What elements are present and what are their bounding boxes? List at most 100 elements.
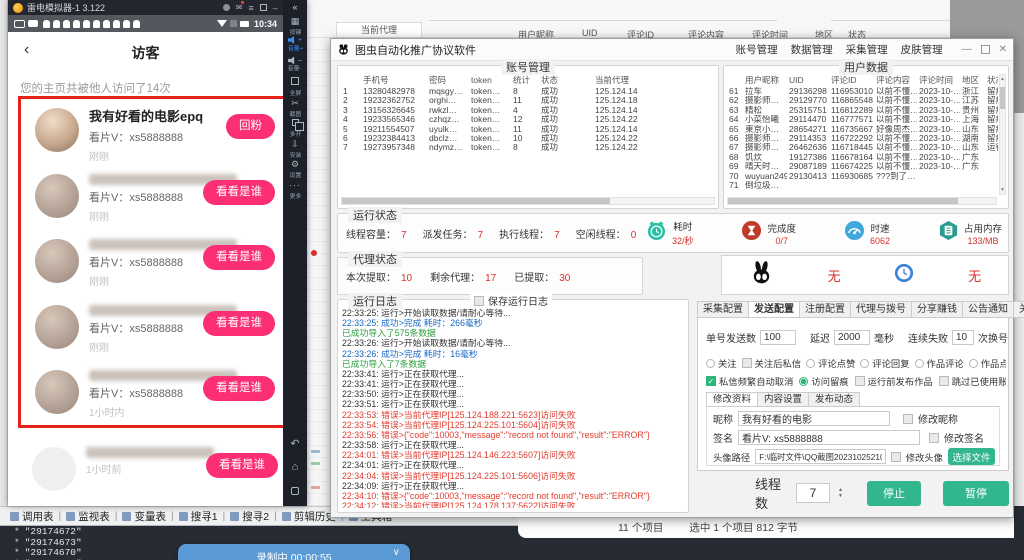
option-作品评论[interactable]: 作品评论	[915, 356, 964, 370]
radio-icon[interactable]	[806, 359, 815, 368]
table-row[interactable]: 68饥炊19127386116678164以前不懂…2023-10-…广东	[727, 153, 998, 162]
table-row[interactable]: 67摄影师…26462636116718445以前不懂…2023-10-…山东运…	[727, 143, 998, 152]
app-titlebar[interactable]: 图虫自动化推广协议软件 账号管理数据管理采集管理皮肤管理 — ✕	[331, 39, 1013, 61]
who-viewed-button[interactable]: 看看是谁	[203, 311, 275, 336]
table-row[interactable]: 719273957348ndymz…token…8成功125.124.22	[341, 143, 715, 152]
table-row[interactable]: 313156326645rwkzl…token…4成功125.124.14	[341, 106, 715, 115]
follow-back-button[interactable]: 回粉	[226, 114, 275, 139]
checkbox-checked-icon[interactable]: ✓	[706, 376, 716, 386]
checkbox-icon[interactable]	[939, 376, 949, 386]
sidebar-item-多开[interactable]: 多开	[283, 116, 307, 137]
sidebar-item-设置[interactable]: ⚙设置	[283, 157, 307, 178]
thread-stepper[interactable]: ▲▼	[838, 488, 843, 499]
checkbox-icon[interactable]	[742, 358, 752, 368]
table-row[interactable]: 69晴天时…29087189116674225以前不懂…2023-10-…广东	[727, 162, 998, 171]
tab-公告通知[interactable]: 公告通知	[963, 301, 1014, 318]
account-hscrollbar[interactable]	[341, 197, 715, 205]
choose-file-button[interactable]: 选择文件	[948, 448, 995, 465]
tab-分享赚钱[interactable]: 分享赚钱	[912, 301, 963, 318]
radio-icon[interactable]	[915, 359, 924, 368]
sidebar-item-截图[interactable]: ✂截图	[283, 95, 307, 116]
tab-关于软件[interactable]: 关于软件	[1014, 301, 1024, 318]
who-viewed-button[interactable]: 看看是谁	[203, 376, 275, 401]
option-运行前发布作品[interactable]: 运行前发布作品	[855, 374, 933, 388]
android-home-icon[interactable]: ⌂	[283, 461, 307, 473]
menu-item-0[interactable]: 账号管理	[736, 42, 778, 57]
sidebar-item-按键[interactable]: ▦按键	[283, 13, 307, 34]
menu-item-1[interactable]: 数据管理	[791, 42, 833, 57]
table-row[interactable]: 66摄影师…29114353116722292以前不懂…2023-10-…湖南留…	[727, 134, 998, 143]
nickname-input[interactable]	[738, 411, 890, 426]
change-signature-checkbox[interactable]	[929, 433, 939, 443]
table-row[interactable]: 519211554507uyulk…token…11成功125.124.14	[341, 125, 715, 134]
thread-count-input[interactable]	[796, 483, 830, 503]
sidebar-item-音量-[interactable]: –音量-	[283, 54, 307, 75]
boss-key-icon[interactable]	[223, 4, 230, 11]
option-访问留痕[interactable]: 访问留痕	[799, 374, 848, 388]
sidebar-item-更多[interactable]: ···更多	[283, 177, 307, 198]
menu-item-2[interactable]: 采集管理	[846, 42, 888, 57]
option-跳过已使用账号[interactable]: 跳过已使用账号	[939, 374, 1006, 388]
message-icon[interactable]: ✉	[236, 3, 243, 12]
send-count-input[interactable]	[760, 330, 796, 345]
visitor-row[interactable]: 看片V：xs58888881小时内看看是谁	[21, 361, 283, 427]
android-back-icon[interactable]: ↶	[283, 437, 307, 450]
pause-button[interactable]: 暂停	[943, 481, 1009, 506]
table-row[interactable]: 113280482978mqsgy…token…8成功125.124.14	[341, 87, 715, 96]
user-vscrollbar[interactable]: ▲▼	[999, 74, 1006, 195]
who-viewed-button[interactable]: 看看是谁	[206, 453, 278, 478]
close-icon[interactable]: ✕	[999, 44, 1007, 55]
sidebar-item-音量+[interactable]: +音量+	[283, 34, 307, 55]
emulator-titlebar[interactable]: 雷电模拟器-1 3.122 ✉ ≡ – ×	[8, 0, 307, 15]
tab-采集配置[interactable]: 采集配置	[697, 301, 749, 318]
restore-icon[interactable]	[260, 4, 267, 11]
debug-tab-监视表[interactable]: 监视表	[62, 509, 114, 524]
visitor-row[interactable]: 看片V：xs5888888刚刚看看是谁	[21, 165, 283, 231]
who-viewed-button[interactable]: 看看是谁	[203, 245, 275, 270]
table-row[interactable]: 70wuyuan249…29130413116930685???到了…	[727, 172, 998, 181]
recording-toast[interactable]: 录制中 00:00:55 ∨	[178, 544, 410, 560]
debug-tab-搜寻2[interactable]: 搜寻2	[226, 509, 273, 524]
visitor-row[interactable]: 看片V：xs5888888刚刚看看是谁	[21, 296, 283, 362]
avatar-path-input[interactable]	[755, 449, 885, 464]
option-关注[interactable]: 关注	[706, 356, 737, 370]
table-row[interactable]: 62摄影师…29129770116865548以前不懂…2023-10-…江苏留…	[727, 96, 998, 105]
minimize-icon[interactable]: –	[273, 3, 278, 13]
radio-icon[interactable]	[969, 359, 978, 368]
table-row[interactable]: 64小菜怡曦29114470116777571以前不懂…2023-10-…上海留…	[727, 115, 998, 124]
minimize-icon[interactable]: —	[962, 44, 972, 55]
sidebar-item-安装[interactable]: ⇩安装	[283, 136, 307, 157]
radio-icon[interactable]	[706, 359, 715, 368]
option-私信频繁自动取消[interactable]: ✓私信频繁自动取消	[706, 374, 793, 388]
table-row[interactable]: 63精松25315751116812289以前不懂…2023-10-…贵州留痕成…	[727, 106, 998, 115]
menu-icon[interactable]: ≡	[248, 3, 253, 13]
tab-发送配置[interactable]: 发送配置	[749, 301, 800, 318]
save-log-checkbox[interactable]	[474, 296, 484, 306]
table-row[interactable]: 219232362752orghi…token…11成功125.124.18	[341, 96, 715, 105]
fail-input[interactable]	[952, 330, 974, 345]
table-row[interactable]: 419233565346czhqz…token…12成功125.124.22	[341, 115, 715, 124]
android-recents-icon[interactable]	[283, 486, 307, 498]
tab-代理与拨号[interactable]: 代理与拨号	[851, 301, 912, 318]
toast-collapse-icon[interactable]: ∨	[393, 547, 400, 558]
stop-button[interactable]: 停止	[867, 481, 921, 506]
debug-tab-搜寻1[interactable]: 搜寻1	[175, 509, 222, 524]
table-row[interactable]: 71倒垃圾…	[727, 181, 998, 190]
visitor-row[interactable]: 1小时前看看是谁	[18, 438, 283, 504]
sidebar-item-全屏[interactable]: 全屏	[283, 75, 307, 96]
user-hscrollbar[interactable]	[727, 197, 997, 205]
option-作品点赞[interactable]: 作品点赞	[969, 356, 1006, 370]
debug-tab-调用表[interactable]: 调用表	[6, 509, 58, 524]
who-viewed-button[interactable]: 看看是谁	[203, 180, 275, 205]
option-评论点赞[interactable]: 评论点赞	[806, 356, 855, 370]
menu-item-3[interactable]: 皮肤管理	[901, 42, 943, 57]
log-output[interactable]: 22:33:25: 运行>开始读取数据/请耐心等待...22:33:25: 成功…	[342, 308, 685, 508]
signature-input[interactable]	[738, 430, 920, 445]
table-row[interactable]: 65東京小…28654271116735667好像周杰…2023-10-…山东留…	[727, 125, 998, 134]
visitor-row[interactable]: 我有好看的电影epq看片V：xs5888888刚刚回粉	[21, 99, 283, 165]
maximize-icon[interactable]	[981, 45, 990, 54]
change-avatar-checkbox[interactable]	[891, 452, 901, 462]
checkbox-icon[interactable]	[855, 376, 865, 386]
option-评论回复[interactable]: 评论回复	[860, 356, 909, 370]
visitor-row[interactable]: 看片V：xs5888888刚刚看看是谁	[21, 230, 283, 296]
